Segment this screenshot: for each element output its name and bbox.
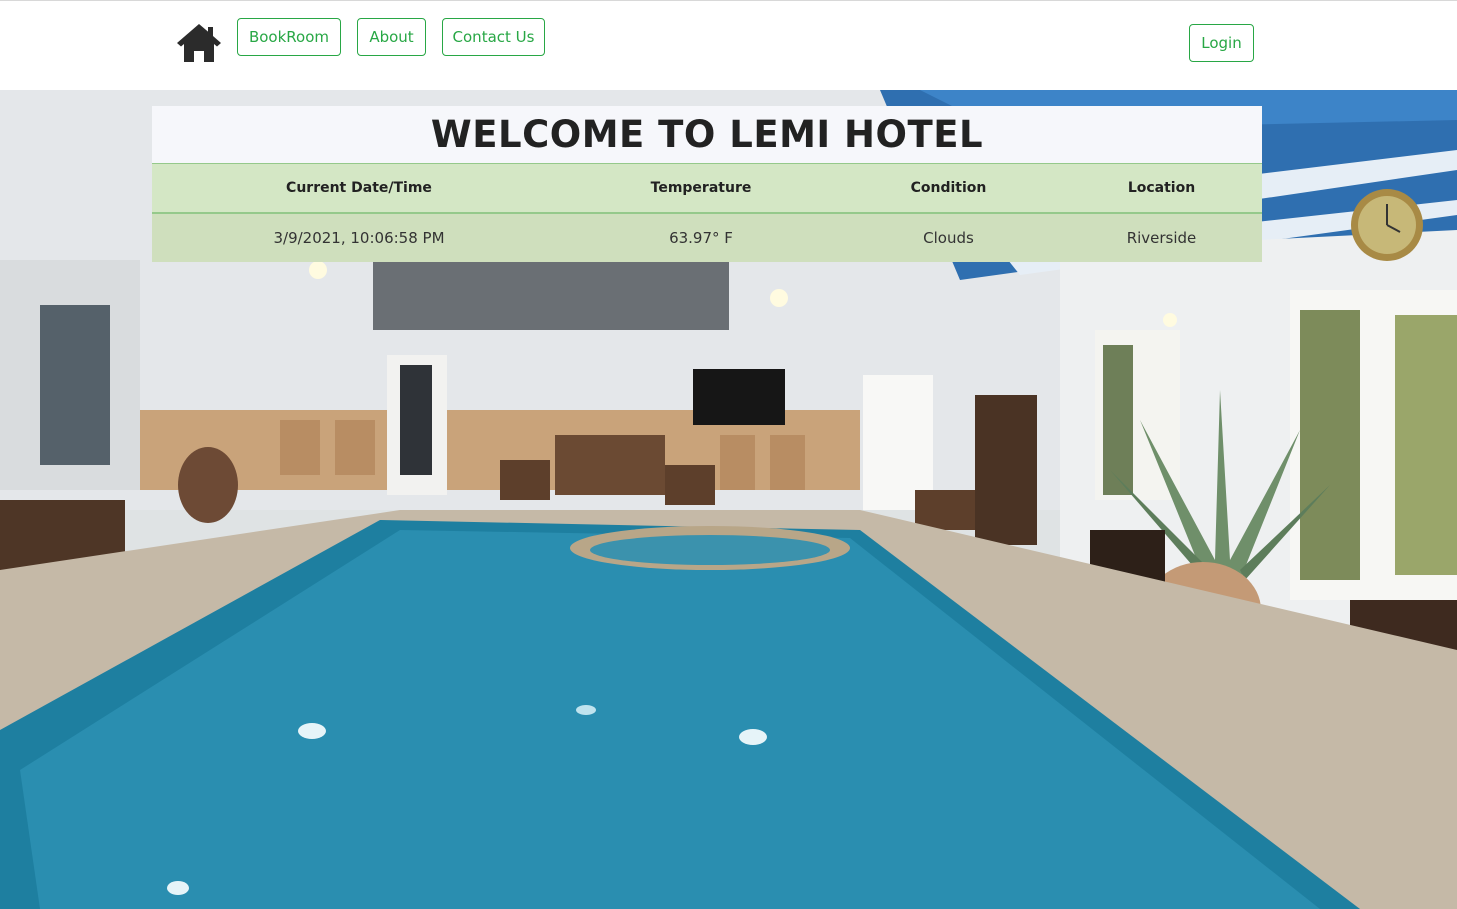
cell-location: Riverside	[1126, 228, 1197, 247]
header-condition: Condition	[910, 179, 987, 196]
cell-datetime: 3/9/2021, 10:06:58 PM	[273, 228, 445, 247]
table-row: 3/9/2021, 10:06:58 PM 63.97° F Clouds Ri…	[152, 212, 1262, 262]
header-location: Location	[1127, 179, 1196, 196]
table-header-row: Current Date/Time Temperature Condition …	[152, 163, 1262, 213]
home-icon[interactable]	[175, 22, 223, 64]
welcome-panel: WELCOME TO LEMI HOTEL Current Date/Time …	[152, 106, 1262, 262]
header-temperature: Temperature	[650, 179, 752, 196]
bookroom-button[interactable]: BookRoom	[237, 18, 341, 56]
cell-temperature: 63.97° F	[669, 228, 733, 247]
header-datetime: Current Date/Time	[286, 179, 432, 196]
login-button[interactable]: Login	[1189, 24, 1254, 62]
weather-table: Current Date/Time Temperature Condition …	[152, 163, 1262, 262]
contact-us-button[interactable]: Contact Us	[442, 18, 545, 56]
cell-condition: Clouds	[923, 228, 974, 247]
title-bar: WELCOME TO LEMI HOTEL	[152, 106, 1262, 163]
page-title: WELCOME TO LEMI HOTEL	[430, 113, 984, 156]
about-button[interactable]: About	[357, 18, 426, 56]
top-navbar: BookRoom About Contact Us Login	[0, 0, 1457, 90]
